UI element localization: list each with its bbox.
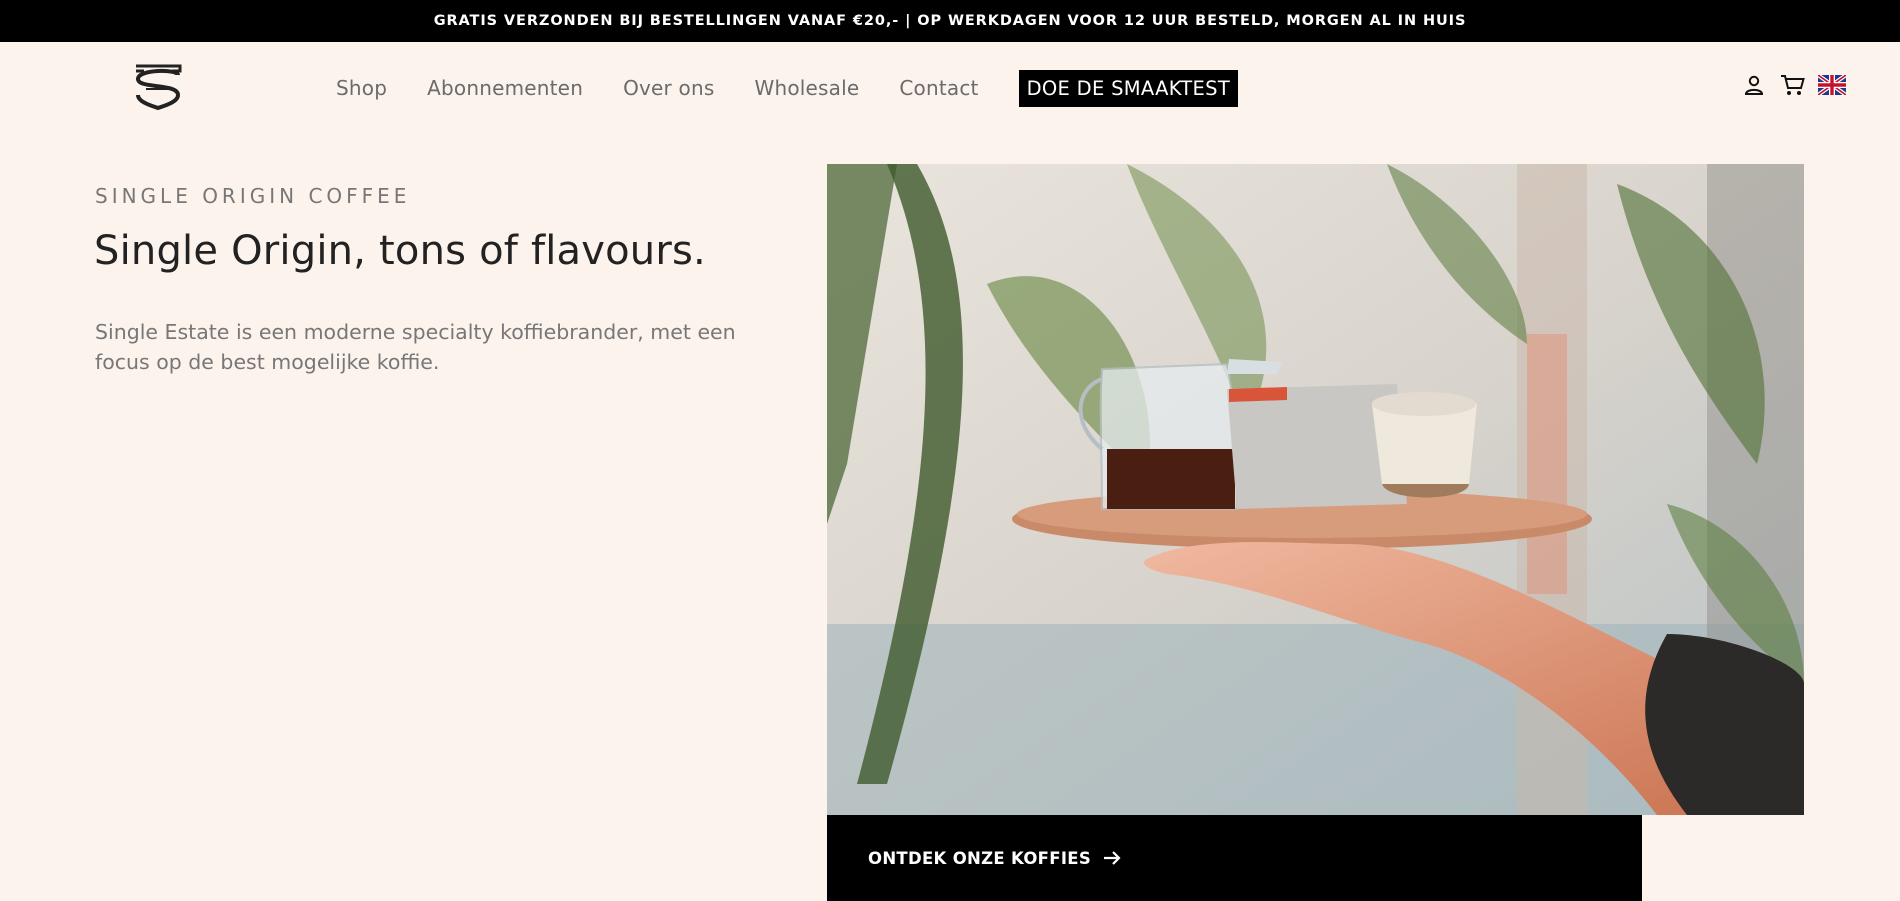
nav-wholesale[interactable]: Wholesale — [754, 76, 859, 100]
nav-contact[interactable]: Contact — [899, 76, 978, 100]
arrow-right-icon — [1101, 847, 1123, 869]
header-icons — [1742, 73, 1848, 97]
discover-coffees-button[interactable]: ONTDEK ONZE KOFFIES — [827, 815, 1642, 901]
single-estate-logo-icon[interactable] — [130, 61, 186, 111]
discover-button-label: ONTDEK ONZE KOFFIES — [868, 848, 1092, 868]
announcement-text: GRATIS VERZONDEN BIJ BESTELLINGEN VANAF … — [433, 13, 1467, 29]
main-nav: Shop Abonnementen Over ons Wholesale Con… — [336, 68, 1239, 108]
cart-icon[interactable] — [1780, 73, 1805, 97]
site-header: Shop Abonnementen Over ons Wholesale Con… — [0, 42, 1900, 134]
hero-intro: Single Estate is een moderne specialty k… — [95, 320, 736, 374]
smaaktest-button[interactable]: DOE DE SMAAKTEST — [1018, 69, 1239, 107]
nav-abonnementen[interactable]: Abonnementen — [427, 76, 583, 100]
hero-eyebrow: SINGLE ORIGIN COFFEE — [95, 184, 411, 208]
hero-photo-coffee-tray — [827, 164, 1804, 815]
uk-flag-icon[interactable] — [1816, 73, 1848, 97]
nav-over-ons[interactable]: Over ons — [623, 76, 714, 100]
account-icon[interactable] — [1742, 73, 1766, 97]
nav-shop[interactable]: Shop — [336, 76, 387, 100]
hero-title: Single Origin, tons of flavours. — [94, 228, 706, 274]
announcement-bar: GRATIS VERZONDEN BIJ BESTELLINGEN VANAF … — [0, 0, 1900, 42]
